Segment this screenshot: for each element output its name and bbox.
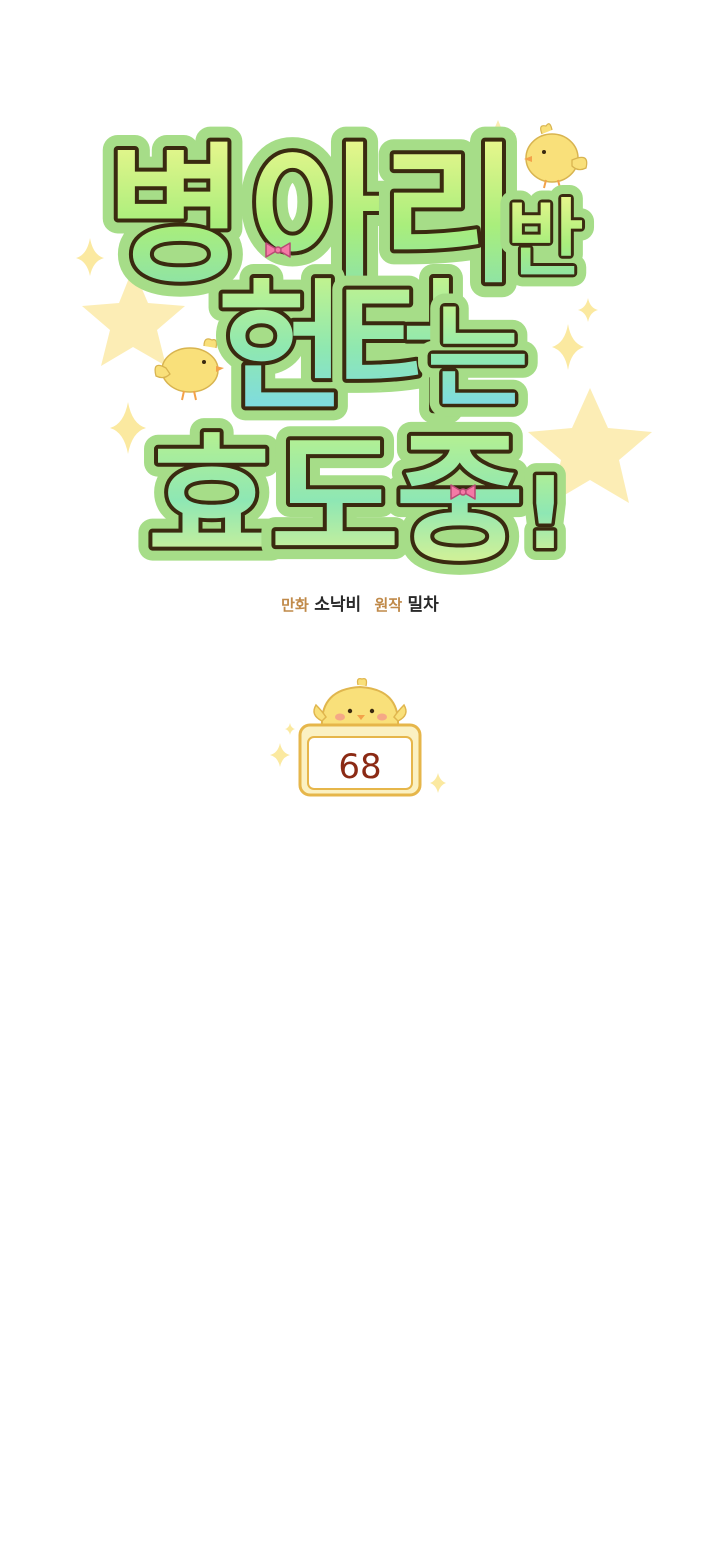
sparkle-icon <box>578 298 598 322</box>
chick-icon <box>313 677 407 728</box>
episode-number: 68 <box>338 747 382 787</box>
sparkle-icon <box>285 723 295 735</box>
sparkle-icon <box>76 238 104 276</box>
title-logo: 병 병 아 아 리 리 반 반 헌 헌 터 터 는 는 효 효 도 도 중 중 … <box>0 0 720 620</box>
title-char: 는 <box>427 294 528 422</box>
title-char: 반 <box>506 190 583 288</box>
sparkle-icon <box>552 324 584 370</box>
story-role-label: 원작 <box>374 596 403 614</box>
title-char: 도 <box>271 419 400 582</box>
art-author-name: 소낙비 <box>314 595 362 615</box>
chick-icon <box>154 338 224 401</box>
art-role-label: 만화 <box>281 596 309 614</box>
title-char: 헌 <box>218 267 347 430</box>
episode-badge: 68 <box>260 675 460 810</box>
credits: 만화 소낙비 원작 밀차 <box>0 590 720 615</box>
sparkle-icon <box>430 773 446 793</box>
title-char: 효 <box>148 419 277 582</box>
sparkle-icon <box>270 743 290 767</box>
title-logo-art: 병 병 아 아 리 리 반 반 헌 헌 터 터 는 는 효 효 도 도 중 중 … <box>76 115 652 596</box>
story-author-name: 밀차 <box>407 595 439 615</box>
chick-icon <box>524 123 588 189</box>
title-char: 중 <box>396 419 525 582</box>
sparkle-icon <box>110 402 146 454</box>
title-char: ! <box>522 455 568 572</box>
